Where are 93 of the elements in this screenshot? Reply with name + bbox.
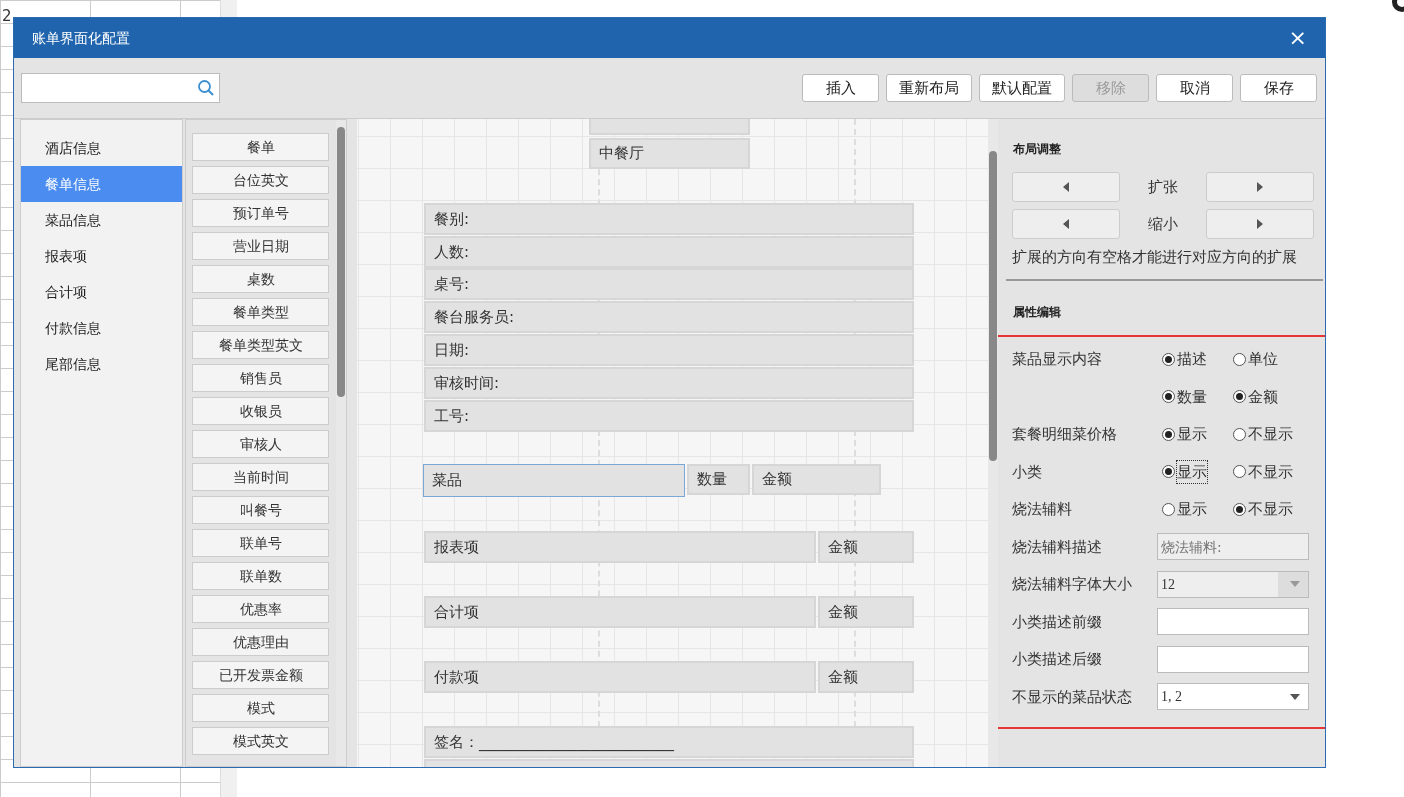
radio-option[interactable]: 显示: [1162, 460, 1233, 483]
caret-icon: [1289, 693, 1300, 700]
property-label: 菜品显示内容: [1012, 349, 1103, 370]
radio-option[interactable]: 显示: [1162, 498, 1233, 521]
hint-text: 扩展的方向有空格才能进行对应方向的扩展: [1012, 247, 1298, 268]
property-label: 小类: [1012, 461, 1043, 483]
layout-element[interactable]: 金额: [818, 661, 914, 693]
scrollbar[interactable]: [336, 120, 346, 766]
field-item[interactable]: 营业日期: [192, 232, 329, 260]
dropdown-field[interactable]: 1, 2: [1157, 683, 1309, 711]
window-title: 账单界面化配置: [32, 28, 130, 48]
arrow-button[interactable]: [1012, 209, 1120, 239]
layout-element[interactable]: 审核时间:: [424, 367, 914, 399]
layout-element[interactable]: 金额: [818, 531, 914, 563]
section-title: 属性编辑: [1013, 303, 1062, 321]
left-triangle-icon: [1062, 182, 1070, 192]
field-item[interactable]: 优惠率: [192, 595, 329, 623]
property-label: 小类描述前缀: [1012, 611, 1103, 633]
field-item[interactable]: 桌数: [192, 265, 329, 293]
field-item[interactable]: 审核人: [192, 430, 329, 458]
radio-option[interactable]: 不显示: [1233, 498, 1304, 521]
layout-element[interactable]: 人数:: [424, 236, 914, 268]
field-item[interactable]: 预订单号: [192, 199, 329, 227]
field-item[interactable]: 模式英文: [192, 727, 329, 755]
property-label: 不显示的菜品状态: [1012, 686, 1133, 708]
toolbar-button[interactable]: 插入: [802, 74, 879, 102]
radio-option[interactable]: 金额: [1233, 385, 1304, 408]
text-field[interactable]: [1157, 608, 1309, 636]
scrollbar[interactable]: [988, 119, 998, 767]
radio-option[interactable]: 数量: [1162, 385, 1233, 408]
layout-element[interactable]: 金额: [752, 464, 881, 495]
layout-element[interactable]: 餐台服务员:: [424, 301, 914, 333]
field-item[interactable]: 联单数: [192, 562, 329, 590]
layout-element[interactable]: 报表项: [424, 531, 816, 563]
caret-icon: [1289, 581, 1300, 588]
field-item[interactable]: 收银员: [192, 397, 329, 425]
search-field[interactable]: [21, 73, 220, 103]
property-label: 烧法辅料: [1012, 499, 1073, 520]
category-item[interactable]: 尾部信息: [21, 346, 182, 382]
text-field[interactable]: [1157, 645, 1309, 673]
field-item[interactable]: 餐单类型: [192, 298, 329, 326]
arrow-button[interactable]: [1012, 172, 1120, 202]
property-label: 烧法辅料字体大小: [1012, 574, 1133, 595]
adjust-label: 扩张: [1147, 176, 1179, 198]
layout-element[interactable]: 中餐厅: [589, 138, 750, 169]
layout-element[interactable]: 签名：__________________________: [424, 726, 914, 758]
category-item[interactable]: 报表项: [21, 238, 182, 274]
field-item[interactable]: 餐单类型英文: [192, 331, 329, 359]
layout-element[interactable]: 日期:: [424, 334, 914, 366]
field-item[interactable]: 联单号: [192, 529, 329, 557]
field-item[interactable]: 销售员: [192, 364, 329, 392]
layout-element[interactable]: 餐别:: [424, 203, 914, 235]
arrow-button[interactable]: [1206, 172, 1314, 202]
search-icon: [197, 79, 215, 97]
close-button[interactable]: ×: [1286, 27, 1309, 49]
layout-element[interactable]: [589, 119, 750, 135]
field-item[interactable]: 已开发票金额: [192, 661, 329, 689]
category-item[interactable]: 付款信息: [21, 310, 182, 346]
property-label: 烧法辅料描述: [1012, 536, 1103, 558]
arrow-button[interactable]: [1206, 209, 1314, 239]
layout-element[interactable]: 数量: [687, 464, 750, 495]
left-triangle-icon: [1062, 219, 1070, 229]
field-item[interactable]: 台位英文: [192, 166, 329, 194]
layout-element[interactable]: 金额: [818, 596, 914, 628]
property-label: 小类描述后缀: [1012, 649, 1103, 670]
radio-option[interactable]: 显示: [1162, 423, 1233, 446]
field-item[interactable]: 餐单: [192, 133, 329, 161]
toolbar-button[interactable]: 取消: [1156, 74, 1233, 102]
toolbar-button[interactable]: 默认配置: [979, 74, 1065, 102]
field-item[interactable]: 优惠理由: [192, 628, 329, 656]
right-triangle-icon: [1256, 182, 1264, 192]
layout-element[interactable]: 付款项: [424, 661, 816, 693]
category-item[interactable]: 酒店信息: [21, 130, 182, 166]
adjust-label: 缩小: [1147, 213, 1179, 235]
layout-element[interactable]: 桌号:: [424, 268, 914, 300]
section-title: 布局调整: [1013, 141, 1062, 158]
layout-element[interactable]: 工号:: [424, 400, 914, 432]
field-item[interactable]: 叫餐号: [192, 496, 329, 524]
category-item[interactable]: 合计项: [21, 274, 182, 310]
category-item[interactable]: 菜品信息: [21, 202, 182, 238]
toolbar-button[interactable]: 重新布局: [886, 74, 972, 102]
field-item[interactable]: 当前时间: [192, 463, 329, 491]
cell-text: 2: [2, 6, 12, 27]
toolbar-button[interactable]: 保存: [1240, 74, 1317, 102]
radio-option[interactable]: 描述: [1162, 348, 1233, 371]
radio-option[interactable]: 不显示: [1233, 423, 1304, 446]
field-item[interactable]: 模式: [192, 694, 329, 722]
layout-element[interactable]: 菜品: [423, 464, 685, 497]
radio-option[interactable]: 单位: [1233, 348, 1304, 371]
property-label: 套餐明细菜价格: [1012, 424, 1118, 445]
layout-element[interactable]: 合计项: [424, 596, 816, 628]
radio-option[interactable]: 不显示: [1233, 460, 1304, 483]
right-triangle-icon: [1256, 219, 1264, 229]
